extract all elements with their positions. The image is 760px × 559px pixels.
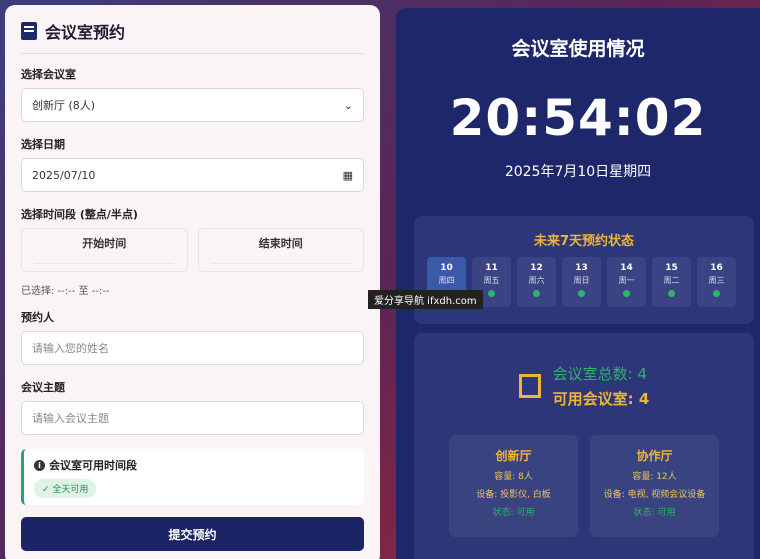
start-time-picker[interactable]: 开始时间	[21, 228, 188, 272]
rooms-overview: 会议室总数: 4 可用会议室: 4 创新厅 容量: 8人 设备: 投影仪, 白板 状态:…	[414, 333, 754, 559]
date-value: 2025/07/10	[32, 168, 96, 182]
panel-header: 会议室预约	[21, 19, 364, 54]
week-title: 未来7天预约状态	[533, 234, 635, 249]
date-label: 选择日期	[21, 138, 65, 151]
time-label: 选择时间段 (整点/半点)	[21, 208, 138, 221]
available-rooms: 可用会议室: 4	[552, 390, 650, 408]
day-card[interactable]: 13 周日	[562, 257, 601, 307]
room-label: 选择会议室	[21, 68, 76, 81]
status-panel: 会议室使用情况 20:54:02 2025年7月10日星期四 未来7天预约状态 …	[396, 8, 760, 559]
day-card[interactable]: 12 周六	[517, 257, 556, 307]
clock: 20:54:02	[449, 89, 707, 147]
topic-label: 会议主题	[21, 381, 65, 394]
availability-box: i 会议室可用时间段 ✓ 全天可用	[21, 449, 364, 505]
start-time-label: 开始时间	[82, 237, 127, 250]
book-icon	[21, 22, 37, 40]
room-select[interactable]: 创新厅 (8人) ⌄	[21, 88, 364, 122]
day-card[interactable]: 16 周三	[697, 257, 736, 307]
person-placeholder: 请输入您的姓名	[32, 342, 109, 355]
end-time-label: 结束时间	[258, 237, 303, 250]
topic-placeholder: 请输入会议主题	[32, 412, 109, 425]
booking-panel: 会议室预约 选择会议室 创新厅 (8人) ⌄ 选择日期 2025/07/10 ▦ 选…	[5, 5, 380, 559]
selected-time-text: 已选择: --:-- 至 --:--	[21, 286, 110, 297]
chevron-down-icon: ⌄	[343, 98, 353, 112]
calendar-icon[interactable]: ▦	[343, 169, 353, 182]
day-card[interactable]: 15 周二	[652, 257, 691, 307]
total-rooms: 会议室总数: 4	[552, 365, 648, 383]
info-icon: i	[34, 459, 45, 471]
status-title: 会议室使用情况	[511, 38, 645, 60]
person-input[interactable]: 请输入您的姓名	[21, 331, 364, 365]
person-label: 预约人	[21, 311, 54, 324]
topic-input[interactable]: 请输入会议主题	[21, 401, 364, 435]
availability-title: 会议室可用时间段	[49, 459, 137, 472]
current-date: 2025年7月10日星期四	[504, 164, 652, 180]
end-time-picker[interactable]: 结束时间	[197, 228, 364, 272]
room-value: 创新厅 (8人)	[32, 99, 96, 112]
availability-badge: ✓ 全天可用	[34, 479, 97, 498]
submit-button[interactable]: 提交预约	[21, 517, 364, 551]
date-input[interactable]: 2025/07/10 ▦	[21, 158, 364, 192]
panel-title: 会议室预约	[45, 23, 126, 42]
day-card[interactable]: 14 周一	[607, 257, 646, 307]
door-icon	[518, 374, 541, 398]
room-card[interactable]: 协作厅 容量: 12人 设备: 电视, 视频会议设备 状态: 可用	[590, 435, 719, 537]
room-card[interactable]: 创新厅 容量: 8人 设备: 投影仪, 白板 状态: 可用	[449, 435, 578, 537]
watermark: 爱分享导航 ifxdh.com	[368, 290, 483, 309]
